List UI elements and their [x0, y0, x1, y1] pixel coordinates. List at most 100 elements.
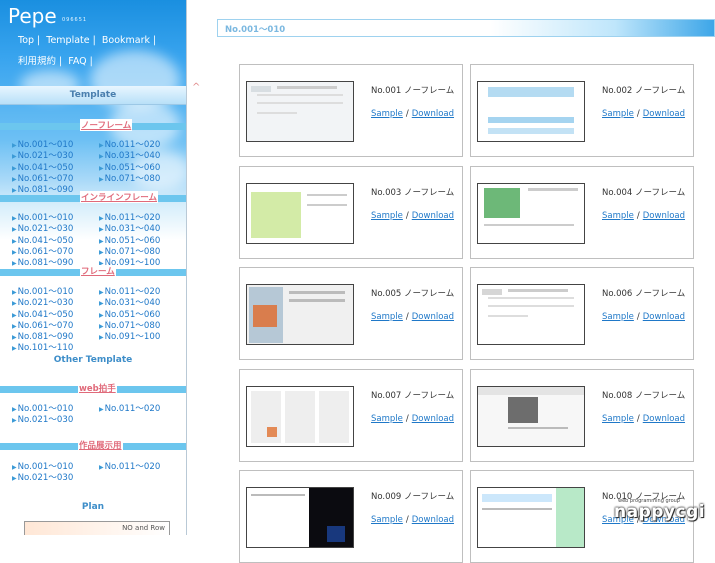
sidebar-link[interactable]: ▶No.071～080 — [99, 321, 160, 332]
sidebar-link[interactable]: ▶No.011～020 — [99, 287, 160, 298]
template-thumbnail[interactable] — [477, 487, 585, 548]
sample-link[interactable]: Sample — [371, 414, 403, 424]
sidebar-link-label[interactable]: No.031～040 — [105, 151, 161, 161]
sidebar-link-label[interactable]: No.011～020 — [105, 287, 161, 297]
sidebar-link[interactable]: ▶No.011～020 — [99, 213, 160, 224]
sidebar-link[interactable]: ▶No.051～060 — [99, 236, 160, 247]
site-title[interactable]: Pepe — [8, 4, 57, 28]
sidebar-link-label[interactable]: No.011～020 — [105, 140, 161, 150]
sample-link[interactable]: Sample — [371, 109, 403, 119]
sidebar-link-label[interactable]: No.001～010 — [18, 462, 74, 472]
sidebar-link-label[interactable]: No.001～010 — [18, 287, 74, 297]
sidebar-link[interactable]: ▶No.011～020 — [99, 404, 160, 415]
sample-link[interactable]: Sample — [371, 312, 403, 322]
sidebar-link[interactable]: ▶No.071～080 — [99, 247, 160, 258]
sidebar-link-label[interactable]: No.041～050 — [18, 310, 74, 320]
sidebar-link[interactable]: ▶No.091～100 — [99, 332, 160, 343]
category-inline[interactable]: インラインフレーム — [80, 191, 158, 203]
sidebar-link-label[interactable]: No.001～010 — [18, 213, 74, 223]
download-link[interactable]: Download — [643, 414, 685, 424]
sidebar-link-label[interactable]: No.071～080 — [105, 247, 161, 257]
sidebar-link-label[interactable]: No.021～030 — [18, 415, 74, 425]
sidebar-link[interactable]: ▶No.061～070 — [12, 174, 73, 185]
sidebar-link-label[interactable]: No.051～060 — [105, 310, 161, 320]
sidebar-link-label[interactable]: No.091～100 — [105, 332, 161, 342]
chevron-up-icon[interactable]: ^ — [192, 82, 200, 93]
sample-link[interactable]: Sample — [602, 312, 634, 322]
sample-link[interactable]: Sample — [602, 211, 634, 221]
sidebar-link[interactable]: ▶No.071～080 — [99, 174, 160, 185]
sidebar-link[interactable]: ▶No.061～070 — [12, 321, 73, 332]
sidebar-link-label[interactable]: No.041～050 — [18, 163, 74, 173]
sidebar-link-label[interactable]: No.101～110 — [18, 343, 74, 353]
nav-template[interactable]: Template — [46, 35, 89, 46]
sidebar-link[interactable]: ▶No.001～010 — [12, 287, 73, 298]
download-link[interactable]: Download — [412, 515, 454, 525]
sidebar-link[interactable]: ▶No.021～030 — [12, 473, 73, 484]
template-thumbnail[interactable] — [477, 182, 585, 244]
sidebar-link-label[interactable]: No.051～060 — [105, 236, 161, 246]
download-link[interactable]: Download — [643, 211, 685, 221]
template-thumbnail[interactable] — [246, 385, 354, 447]
sidebar-link[interactable]: ▶No.001～010 — [12, 462, 73, 473]
download-link[interactable]: Download — [412, 312, 454, 322]
sidebar-link-label[interactable]: No.081～090 — [18, 332, 74, 342]
download-link[interactable]: Download — [412, 211, 454, 221]
sidebar-link[interactable]: ▶No.031～040 — [99, 151, 160, 162]
template-thumbnail[interactable] — [246, 182, 354, 244]
sidebar-link-label[interactable]: No.071～080 — [105, 321, 161, 331]
sidebar-link-label[interactable]: No.061～070 — [18, 174, 74, 184]
category-frame[interactable]: フレーム — [80, 265, 116, 277]
sidebar-link-label[interactable]: No.051～060 — [105, 163, 161, 173]
sidebar-link[interactable]: ▶No.031～040 — [99, 298, 160, 309]
sidebar-link-label[interactable]: No.021～030 — [18, 473, 74, 483]
category-noframe[interactable]: ノーフレーム — [80, 119, 133, 131]
sidebar-link-label[interactable]: No.031～040 — [105, 298, 161, 308]
sidebar-link-label[interactable]: No.061～070 — [18, 321, 74, 331]
sidebar-link[interactable]: ▶No.001～010 — [12, 140, 73, 151]
sidebar-link[interactable]: ▶No.001～010 — [12, 404, 73, 415]
sidebar-link-label[interactable]: No.081～090 — [18, 258, 74, 268]
sidebar-link[interactable]: ▶No.081～090 — [12, 258, 73, 269]
sidebar-link[interactable]: ▶No.061～070 — [12, 247, 73, 258]
sidebar-link-label[interactable]: No.011～020 — [105, 462, 161, 472]
template-thumbnail[interactable] — [246, 284, 354, 345]
sidebar-link[interactable]: ▶No.041～050 — [12, 163, 73, 174]
template-thumbnail[interactable] — [246, 487, 354, 548]
sidebar-link[interactable]: ▶No.051～060 — [99, 163, 160, 174]
template-thumbnail[interactable] — [477, 284, 585, 345]
nav-bookmark[interactable]: Bookmark — [102, 35, 150, 46]
sidebar-link-label[interactable]: No.061～070 — [18, 247, 74, 257]
sidebar-link[interactable]: ▶No.021～030 — [12, 224, 73, 235]
sample-link[interactable]: Sample — [371, 515, 403, 525]
sidebar-link-label[interactable]: No.021～030 — [18, 298, 74, 308]
download-link[interactable]: Download — [412, 109, 454, 119]
plan-banner[interactable]: NO and Row — [24, 521, 170, 535]
sample-link[interactable]: Sample — [602, 109, 634, 119]
template-thumbnail[interactable] — [246, 81, 354, 142]
sidebar-link-label[interactable]: No.071～080 — [105, 174, 161, 184]
sidebar-link-label[interactable]: No.081～090 — [18, 185, 74, 195]
download-link[interactable]: Download — [412, 414, 454, 424]
sidebar-link[interactable]: ▶No.081～090 — [12, 332, 73, 343]
sidebar-link[interactable]: ▶No.021～030 — [12, 415, 73, 426]
sidebar-link[interactable]: ▶No.041～050 — [12, 236, 73, 247]
nav-terms[interactable]: 利用規約 — [18, 56, 56, 67]
nav-faq[interactable]: FAQ — [68, 56, 86, 67]
sidebar-link[interactable]: ▶No.031～040 — [99, 224, 160, 235]
sidebar-link-label[interactable]: No.011～020 — [105, 213, 161, 223]
sidebar-link[interactable]: ▶No.011～020 — [99, 462, 160, 473]
sidebar-link-label[interactable]: No.031～040 — [105, 224, 161, 234]
sidebar-link-label[interactable]: No.021～030 — [18, 224, 74, 234]
sidebar-link[interactable]: ▶No.041～050 — [12, 310, 73, 321]
download-link[interactable]: Download — [643, 312, 685, 322]
category-web-clap[interactable]: web拍手 — [78, 382, 117, 394]
sidebar-link[interactable]: ▶No.011～020 — [99, 140, 160, 151]
sidebar-link[interactable]: ▶No.021～030 — [12, 298, 73, 309]
sidebar-link[interactable]: ▶No.001～010 — [12, 213, 73, 224]
download-link[interactable]: Download — [643, 109, 685, 119]
sample-link[interactable]: Sample — [371, 211, 403, 221]
sidebar-link-label[interactable]: No.011～020 — [105, 404, 161, 414]
template-thumbnail[interactable] — [477, 385, 585, 447]
sidebar-link-label[interactable]: No.041～050 — [18, 236, 74, 246]
